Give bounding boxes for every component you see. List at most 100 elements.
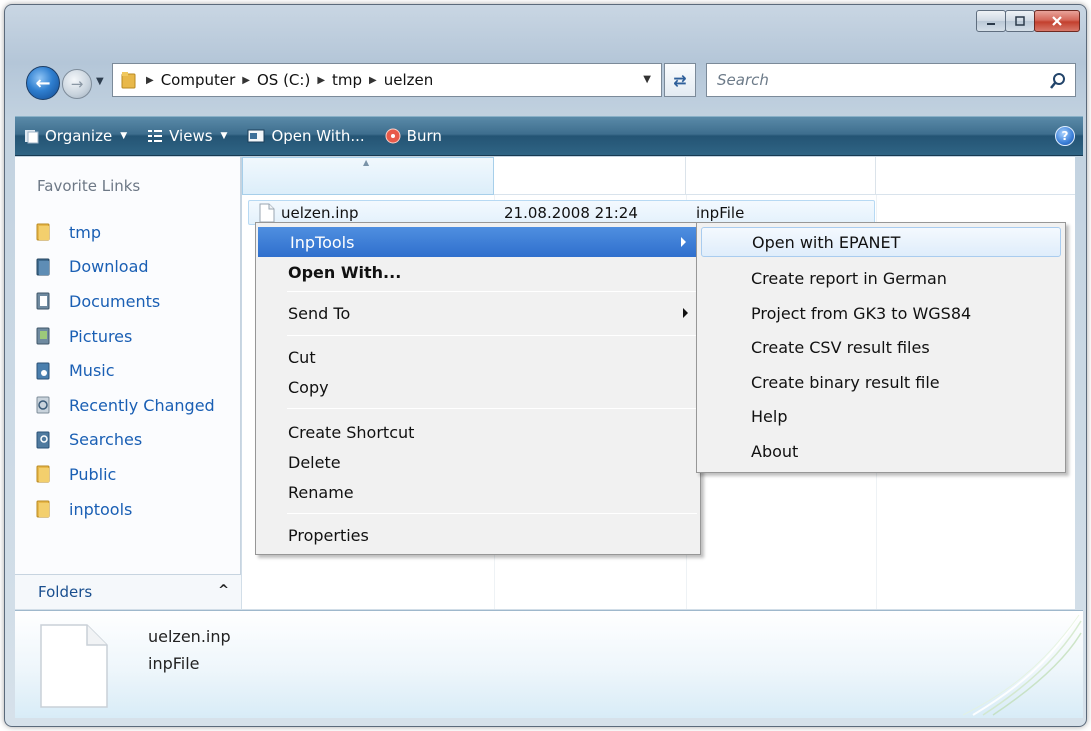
address-dropdown-icon[interactable]: ▼ xyxy=(643,74,651,85)
crumb-separator-icon: ▶ xyxy=(146,74,154,86)
menu-item-label: Properties xyxy=(288,525,369,545)
menu-separator xyxy=(287,291,697,292)
address-bar[interactable]: ▶ Computer ▶ OS (C:) ▶ tmp ▶ uelzen ▼ xyxy=(112,63,662,97)
sidebar-item-label: Pictures xyxy=(69,326,133,346)
sidebar-item-public[interactable]: Public xyxy=(33,457,215,492)
submenu-item-label: Create CSV result files xyxy=(751,337,930,357)
folder-icon xyxy=(121,72,136,89)
sidebar-item-documents[interactable]: Documents xyxy=(33,284,215,319)
submenu-item-create-binary-result[interactable]: Create binary result file xyxy=(697,367,1065,397)
close-button[interactable] xyxy=(1034,10,1080,32)
file-icon xyxy=(259,203,275,223)
forward-arrow-icon: → xyxy=(70,75,84,93)
navigation-pane: Favorite Links tmp Download Documents Pi… xyxy=(15,157,241,609)
sidebar-item-searches[interactable]: Searches xyxy=(33,423,215,458)
menu-separator xyxy=(287,335,697,336)
details-file-type: inpFile xyxy=(148,654,200,673)
sidebar-item-music[interactable]: Music xyxy=(33,353,215,388)
file-date: 21.08.2008 21:24 xyxy=(504,204,638,222)
sidebar-item-label: inptools xyxy=(69,499,133,519)
recent-folder-icon xyxy=(33,395,55,415)
menu-item-label: InpTools xyxy=(290,232,355,252)
back-button[interactable]: ← xyxy=(26,66,60,100)
sidebar-item-label: Searches xyxy=(69,430,143,450)
refresh-button[interactable]: ⇄ xyxy=(664,63,696,97)
sidebar-item-inptools[interactable]: inptools xyxy=(33,492,215,527)
submenu-item-create-report-german[interactable]: Create report in German xyxy=(697,263,1065,293)
views-label: Views xyxy=(169,127,213,145)
refresh-icon: ⇄ xyxy=(673,70,687,90)
submenu-item-project-gk3-wgs84[interactable]: Project from GK3 to WGS84 xyxy=(697,298,1065,328)
menu-item-delete[interactable]: Delete xyxy=(256,447,700,477)
download-folder-icon xyxy=(33,257,55,277)
breadcrumb-uelzen[interactable]: uelzen xyxy=(384,71,434,89)
sidebar-item-label: Music xyxy=(69,361,115,381)
organize-button[interactable]: Organize ▼ xyxy=(23,127,127,145)
folder-icon xyxy=(33,499,55,519)
column-header-date[interactable] xyxy=(494,157,686,195)
sidebar-item-label: Public xyxy=(69,464,117,484)
sidebar-item-recently-changed[interactable]: Recently Changed xyxy=(33,388,215,423)
menu-item-label: Create Shortcut xyxy=(288,422,415,442)
folders-label: Folders xyxy=(38,583,93,601)
favorite-links-list: tmp Download Documents Pictures Music Re… xyxy=(33,215,215,526)
column-header-name[interactable]: ▲ xyxy=(242,157,494,195)
submenu-item-open-with-epanet[interactable]: Open with EPANET xyxy=(701,227,1061,257)
sidebar-item-download[interactable]: Download xyxy=(33,250,215,285)
menu-item-label: Delete xyxy=(288,452,341,472)
menu-item-open-with[interactable]: Open With... xyxy=(256,257,700,287)
menu-item-rename[interactable]: Rename xyxy=(256,477,700,507)
views-icon xyxy=(147,128,163,144)
maximize-button[interactable] xyxy=(1005,10,1035,32)
maximize-icon xyxy=(1015,16,1025,26)
inptools-submenu: Open with EPANET Create report in German… xyxy=(696,222,1066,473)
open-with-label: Open With... xyxy=(271,127,365,145)
help-icon: ? xyxy=(1061,129,1069,143)
burn-button[interactable]: Burn xyxy=(385,127,442,145)
column-headers: ▲ xyxy=(242,157,1075,195)
crumb-separator-icon: ▶ xyxy=(369,74,377,86)
favorite-links-heading: Favorite Links xyxy=(37,177,141,195)
recent-pages-dropdown[interactable]: ▼ xyxy=(96,76,104,87)
menu-separator xyxy=(287,513,697,514)
minimize-button[interactable] xyxy=(976,10,1006,32)
menu-item-label: Open With... xyxy=(288,262,402,282)
folders-toggle[interactable]: Folders ^ xyxy=(15,574,241,609)
forward-button[interactable]: → xyxy=(62,69,92,99)
views-button[interactable]: Views ▼ xyxy=(147,127,227,145)
back-arrow-icon: ← xyxy=(35,72,51,94)
breadcrumb-computer[interactable]: Computer xyxy=(161,71,236,89)
sidebar-item-label: Recently Changed xyxy=(69,395,215,415)
menu-item-copy[interactable]: Copy xyxy=(256,372,700,402)
details-file-name: uelzen.inp xyxy=(148,627,231,646)
menu-item-inptools[interactable]: InpTools xyxy=(258,227,698,257)
menu-item-label: Cut xyxy=(288,347,316,367)
sidebar-item-pictures[interactable]: Pictures xyxy=(33,319,215,354)
crumb-separator-icon: ▶ xyxy=(242,74,250,86)
submenu-item-label: Project from GK3 to WGS84 xyxy=(751,303,972,323)
menu-item-cut[interactable]: Cut xyxy=(256,342,700,372)
minimize-icon xyxy=(987,23,995,25)
breadcrumb-drive[interactable]: OS (C:) xyxy=(257,71,310,89)
organize-icon xyxy=(23,128,39,144)
menu-item-create-shortcut[interactable]: Create Shortcut xyxy=(256,417,700,447)
search-icon[interactable] xyxy=(1049,72,1067,90)
menu-item-send-to[interactable]: Send To xyxy=(256,298,700,328)
submenu-item-label: Create report in German xyxy=(751,268,947,288)
sidebar-item-tmp[interactable]: tmp xyxy=(33,215,215,250)
breadcrumb-tmp[interactable]: tmp xyxy=(332,71,362,89)
column-header-size[interactable] xyxy=(876,157,1075,195)
submenu-item-help[interactable]: Help xyxy=(697,401,1065,431)
submenu-item-label: Open with EPANET xyxy=(752,232,901,252)
search-input[interactable]: Search xyxy=(706,63,1076,97)
music-folder-icon xyxy=(33,361,55,381)
open-with-button[interactable]: Open With... xyxy=(247,127,365,145)
submenu-item-create-csv-results[interactable]: Create CSV result files xyxy=(697,332,1065,362)
decorative-swoosh xyxy=(963,611,1082,716)
submenu-item-about[interactable]: About xyxy=(697,436,1065,466)
column-header-type[interactable] xyxy=(686,157,876,195)
menu-item-properties[interactable]: Properties xyxy=(256,520,700,550)
open-with-icon xyxy=(247,128,265,144)
help-button[interactable]: ? xyxy=(1055,126,1075,146)
details-pane: uelzen.inp inpFile xyxy=(15,610,1083,718)
